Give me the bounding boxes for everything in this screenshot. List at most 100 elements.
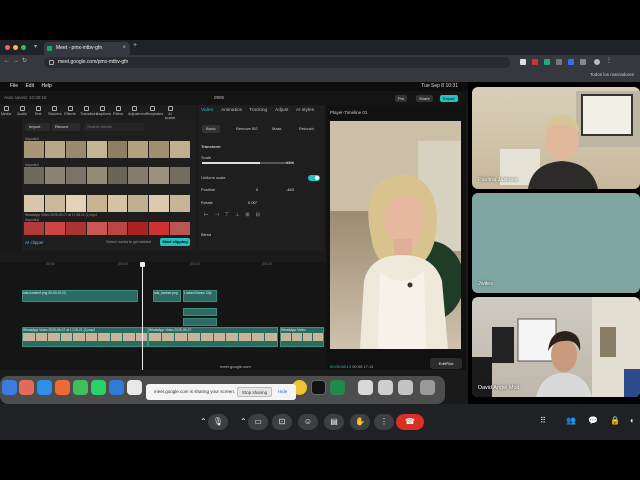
tab-tracking[interactable]: Tracking bbox=[249, 108, 267, 113]
tool-transitions[interactable]: Transitions bbox=[80, 106, 98, 116]
position-y-value[interactable]: -463 bbox=[286, 187, 294, 192]
capcut-icon[interactable] bbox=[311, 380, 326, 395]
close-tab-icon[interactable]: × bbox=[122, 42, 126, 55]
new-tab-button[interactable]: + bbox=[133, 42, 137, 49]
tool-templates[interactable]: Templates bbox=[146, 106, 163, 116]
tab-adjust[interactable]: Adjust bbox=[275, 108, 288, 113]
ai-clipper-label[interactable]: AI clipper bbox=[25, 240, 44, 245]
extension-icon[interactable] bbox=[556, 59, 562, 65]
chrome-menu-icon[interactable]: ⋮ bbox=[606, 57, 612, 64]
tool-filters[interactable]: Filters bbox=[112, 106, 124, 116]
media-thumb-row[interactable] bbox=[24, 195, 190, 212]
subtab-retouch[interactable]: Retouch bbox=[295, 125, 318, 133]
subtab-basic[interactable]: Basic bbox=[202, 125, 220, 133]
media-search-input[interactable]: Search media bbox=[84, 123, 144, 131]
camera-icon[interactable]: ▭ bbox=[248, 414, 268, 430]
calendar-icon[interactable] bbox=[127, 380, 142, 395]
scale-value[interactable]: 63% bbox=[286, 160, 294, 165]
stop-sharing-button[interactable]: Stop sharing bbox=[237, 387, 272, 397]
start-clipping-button[interactable]: Start clipping bbox=[160, 238, 190, 246]
finder-icon[interactable] bbox=[2, 380, 17, 395]
apps-icon[interactable]: ⠿ bbox=[540, 416, 546, 425]
participant-tile[interactable]: Jwiles bbox=[472, 193, 640, 293]
uniform-scale-toggle[interactable] bbox=[308, 175, 320, 181]
timeline-ruler[interactable]: 00:00 |00:03 |00:10 |00:20 bbox=[22, 262, 326, 269]
editpilot-button[interactable]: EditPilot bbox=[430, 358, 462, 369]
present-icon[interactable]: ⊡ bbox=[272, 414, 292, 430]
mic-options-icon[interactable]: ⌃ bbox=[200, 417, 207, 426]
tool-stickers[interactable]: Stickers bbox=[48, 106, 62, 116]
menu-file[interactable]: File bbox=[10, 83, 18, 89]
timeline-clip[interactable] bbox=[183, 318, 217, 326]
launchpad-icon[interactable] bbox=[19, 380, 34, 395]
timeline-clip[interactable]: WhatsApp Video bbox=[280, 327, 324, 347]
video-preview[interactable] bbox=[330, 121, 461, 349]
media-side-nav[interactable] bbox=[0, 119, 22, 251]
extension-icon[interactable] bbox=[568, 59, 574, 65]
menu-help[interactable]: Help bbox=[41, 83, 51, 89]
subtab-mask[interactable]: Mask bbox=[268, 125, 286, 133]
timeline-toolbar[interactable] bbox=[0, 251, 326, 262]
reload-icon[interactable]: ↻ bbox=[22, 58, 30, 64]
tab-list-icon[interactable]: ▾ bbox=[34, 43, 37, 50]
tool-effects[interactable]: Effects bbox=[64, 106, 76, 116]
raise-hand-icon[interactable]: ✋ bbox=[350, 414, 370, 430]
timeline-clip[interactable]: WhatsApp Video 2025-09-07 at 17.05.21 (1… bbox=[22, 327, 148, 347]
export-button[interactable]: Export bbox=[440, 95, 458, 102]
activities-icon[interactable]: ◐ bbox=[630, 416, 635, 425]
participant-tile[interactable]: David Angel Moli bbox=[472, 297, 640, 397]
share-button[interactable]: Share bbox=[416, 95, 433, 102]
pro-button[interactable]: Pro bbox=[395, 95, 408, 102]
close-window-icon[interactable] bbox=[5, 45, 10, 50]
tool-ai-avatar[interactable]: AI avatar bbox=[164, 106, 176, 120]
tab-video[interactable]: Video bbox=[201, 108, 213, 113]
media-thumb-row[interactable] bbox=[24, 222, 190, 235]
more-icon[interactable]: ⋮ bbox=[374, 414, 394, 430]
media-thumb-row[interactable] bbox=[24, 141, 190, 158]
position-x-value[interactable]: 0 bbox=[256, 187, 258, 192]
record-button[interactable]: Record bbox=[52, 123, 80, 131]
camera-options-icon[interactable]: ⌃ bbox=[240, 417, 247, 426]
timeline-clip[interactable]: WhatsApp Video 2025-09-07 bbox=[148, 327, 278, 347]
subtab-remove-bg[interactable]: Remove BG bbox=[232, 125, 262, 133]
extension-icon[interactable] bbox=[580, 59, 586, 65]
menu-edit[interactable]: Edit bbox=[25, 83, 34, 89]
timeline-clip[interactable]: Locked Bonus Clip bbox=[183, 290, 217, 302]
timeline-clip[interactable]: ads_banner.png bbox=[153, 290, 181, 302]
participant-tile[interactable]: Pavlina Jaskova bbox=[472, 87, 640, 189]
timeline-clip[interactable] bbox=[183, 308, 217, 316]
timeline[interactable] bbox=[0, 262, 326, 370]
profile-avatar[interactable] bbox=[594, 59, 600, 65]
document-thumb-icon[interactable] bbox=[378, 380, 393, 395]
messages-icon[interactable] bbox=[73, 380, 88, 395]
excel-icon[interactable] bbox=[330, 380, 345, 395]
chat-icon[interactable]: 💬 bbox=[588, 416, 598, 425]
align-buttons[interactable]: ⊢⊣⊤⊥⊞⊟ bbox=[204, 212, 266, 218]
people-icon[interactable]: 👥 bbox=[566, 416, 576, 425]
back-icon[interactable]: ← bbox=[4, 58, 13, 64]
rotate-value[interactable]: 0.00° bbox=[248, 200, 257, 205]
tool-media[interactable]: Media bbox=[0, 106, 12, 116]
tab-ai-styles[interactable]: AI styles bbox=[296, 108, 314, 113]
tab-animation[interactable]: Animation bbox=[221, 108, 242, 113]
all-bookmarks-link[interactable]: Todos los marcadores bbox=[590, 72, 634, 77]
import-button[interactable]: Import bbox=[25, 123, 50, 131]
browser-tab[interactable]: Meet - pmx-mtbv-gfn × bbox=[44, 42, 130, 55]
lock-icon[interactable]: 🔒 bbox=[610, 416, 620, 425]
extension-icon[interactable] bbox=[520, 59, 526, 65]
extension-icon[interactable] bbox=[532, 59, 538, 65]
whatsapp-icon[interactable] bbox=[91, 380, 106, 395]
firefox-icon[interactable] bbox=[55, 380, 70, 395]
document-thumb-icon[interactable] bbox=[398, 380, 413, 395]
document-thumb-icon[interactable] bbox=[358, 380, 373, 395]
tool-adjustment[interactable]: Adjustment bbox=[128, 106, 147, 116]
tool-captions[interactable]: Captions bbox=[96, 106, 111, 116]
end-call-icon[interactable]: ☎ bbox=[396, 414, 424, 430]
timeline-clip[interactable]: ads1content.png 00:00:10:23 bbox=[22, 290, 138, 302]
media-thumb-row[interactable] bbox=[24, 167, 190, 184]
address-bar[interactable]: meet.google.com/pmx-mtbv-gfn bbox=[44, 57, 510, 68]
emoji-icon[interactable]: ☺ bbox=[298, 414, 318, 430]
mic-icon[interactable]: 🎙 bbox=[208, 414, 228, 430]
captions-icon[interactable]: ▤ bbox=[324, 414, 344, 430]
mail-icon[interactable] bbox=[109, 380, 124, 395]
